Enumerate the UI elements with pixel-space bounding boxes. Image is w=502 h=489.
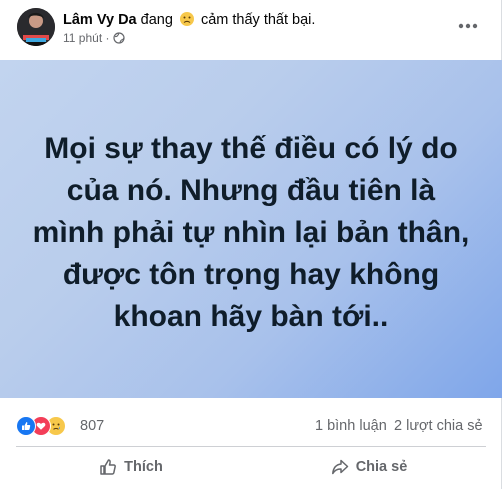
globe-icon <box>113 32 125 48</box>
post-header: Lâm Vy Da đang cảm thấy thất bại. 11 phú… <box>0 0 502 60</box>
feeling-prefix: đang <box>136 12 177 28</box>
reactions-bar: 807 1 bình luận 2 lượt chia sẻ <box>0 405 502 445</box>
avatar-image <box>17 8 55 46</box>
reaction-count[interactable]: 807 <box>80 418 104 434</box>
like-button[interactable]: Thích <box>16 450 246 484</box>
meta-separator: · <box>102 31 113 45</box>
feeling-text[interactable]: cảm thấy thất bại. <box>197 12 315 28</box>
post-time[interactable]: 11 phút <box>63 31 102 45</box>
more-options-button[interactable] <box>450 8 486 44</box>
more-options-icon <box>458 23 478 29</box>
author-name[interactable]: Lâm Vy Da <box>63 12 137 28</box>
sad-face-emoji-icon <box>179 12 194 26</box>
share-label: Chia sẻ <box>355 459 408 475</box>
facebook-post: Lâm Vy Da đang cảm thấy thất bại. 11 phú… <box>0 0 502 489</box>
reaction-icons[interactable] <box>16 416 76 436</box>
like-label: Thích <box>124 459 163 475</box>
thumbs-up-icon <box>100 459 117 475</box>
share-button[interactable]: Chia sẻ <box>254 450 484 484</box>
share-arrow-icon <box>331 459 348 475</box>
divider <box>16 446 486 447</box>
like-icon <box>16 416 36 436</box>
post-meta: 11 phút · <box>63 30 125 48</box>
avatar[interactable] <box>17 8 55 46</box>
post-text: Mọi sự thay thế điều có lý do của nó. Nh… <box>32 132 470 333</box>
shares-count[interactable]: 2 lượt chia sẻ <box>394 418 483 434</box>
comments-count[interactable]: 1 bình luận <box>315 418 387 434</box>
author-line: Lâm Vy Da đang cảm thấy thất bại. <box>63 11 315 29</box>
